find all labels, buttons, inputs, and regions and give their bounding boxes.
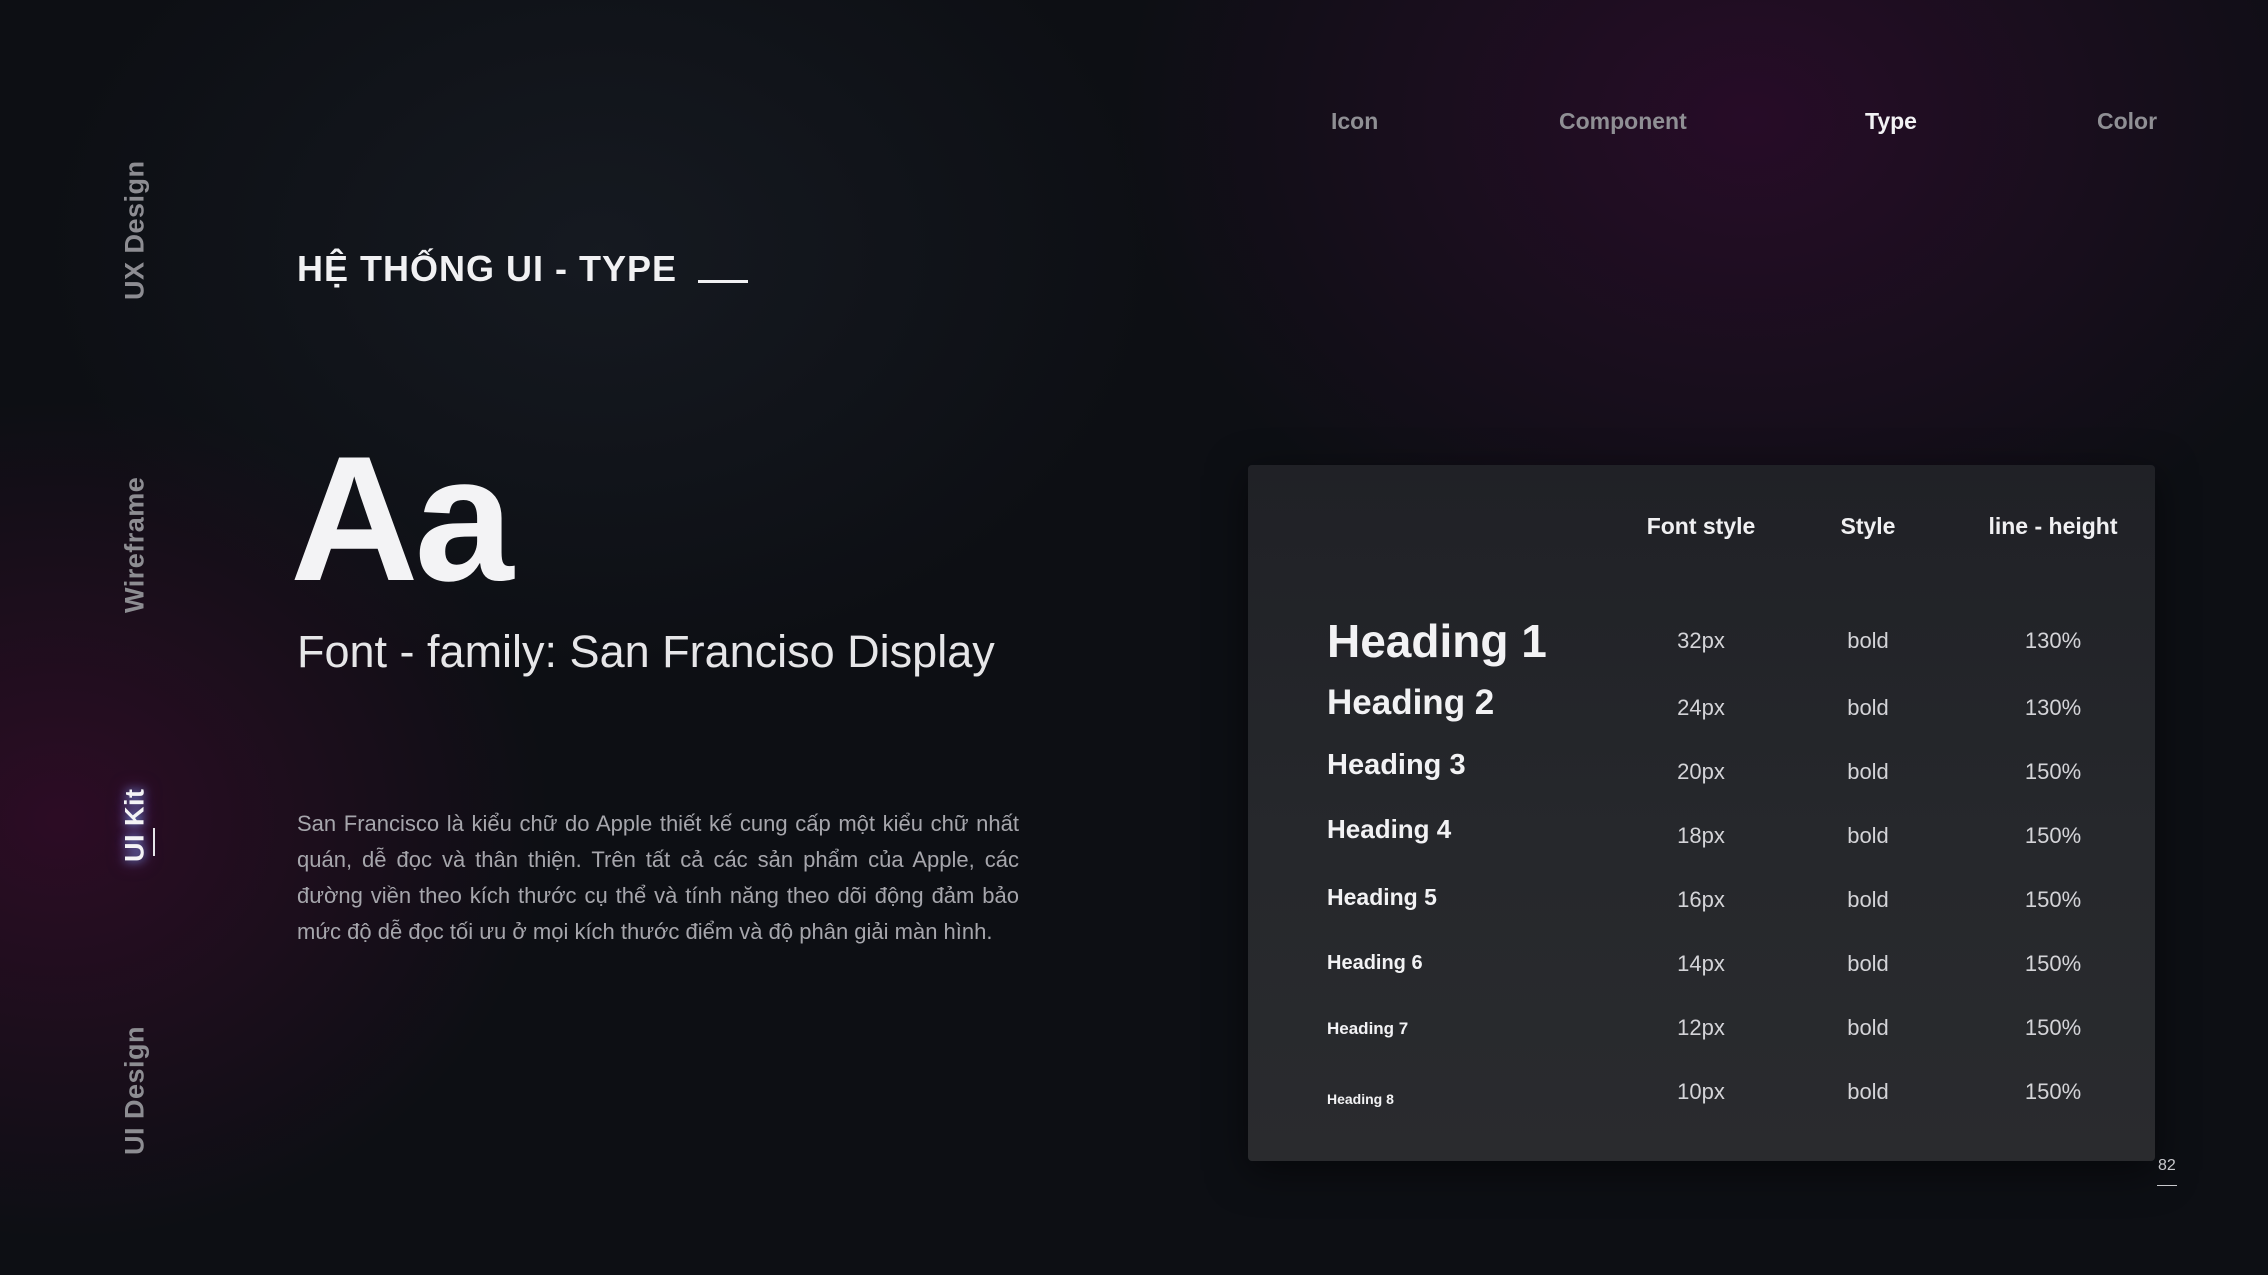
active-indicator [153, 828, 155, 856]
type-scale-table: Font style Style line - height Heading 1… [1248, 465, 2155, 1161]
style-cell: bold [1847, 628, 1889, 653]
table-row: Heading 8 10px bold 150% [1248, 1071, 2155, 1121]
table-row: Heading 1 32px bold 130% [1248, 615, 2155, 670]
table-row: Heading 7 12px bold 150% [1248, 1007, 2155, 1057]
line-height-cell: 130% [2024, 628, 2082, 653]
font-size-cell: 16px [1677, 887, 1725, 912]
heading-6-sample: Heading 6 [1327, 952, 1423, 974]
style-cell: bold [1847, 759, 1889, 784]
page-number-underline [2157, 1185, 2177, 1186]
table-row: Heading 6 14px bold 150% [1248, 943, 2155, 993]
heading-5-sample: Heading 5 [1327, 884, 1437, 910]
heading-2-sample: Heading 2 [1327, 683, 1495, 722]
style-cell: bold [1847, 1079, 1889, 1104]
type-specimen-glyphs: Aa [290, 419, 514, 618]
line-height-cell: 150% [2024, 887, 2082, 912]
title-underline [698, 280, 748, 283]
line-height-cell: 150% [2024, 1015, 2082, 1040]
line-height-cell: 150% [2024, 1079, 2082, 1104]
tab-color[interactable]: Color [2097, 108, 2157, 135]
heading-7-sample: Heading 7 [1327, 1019, 1409, 1038]
font-size-cell: 12px [1677, 1015, 1725, 1040]
style-cell: bold [1847, 887, 1889, 912]
tab-type[interactable]: Type [1865, 108, 1917, 135]
style-cell: bold [1847, 1015, 1889, 1040]
side-nav-item-ui-kit[interactable]: UI Kit [110, 770, 160, 880]
font-family-label: Font - family: San Franciso Display [297, 626, 995, 677]
side-nav: UX Design Wireframe UI Kit UI Design [110, 0, 160, 1275]
line-height-cell: 150% [2024, 951, 2082, 976]
font-size-cell: 10px [1677, 1079, 1725, 1104]
side-nav-item-ux-design[interactable]: UX Design [110, 150, 160, 310]
table-row: Heading 2 24px bold 130% [1248, 683, 2155, 737]
side-nav-item-ui-design[interactable]: UI Design [110, 1010, 160, 1170]
font-size-cell: 20px [1677, 759, 1725, 784]
style-cell: bold [1847, 695, 1889, 720]
font-description: San Francisco là kiểu chữ do Apple thiết… [297, 811, 1019, 944]
line-height-cell: 150% [2024, 823, 2082, 848]
heading-1-sample: Heading 1 [1327, 615, 1547, 667]
side-nav-item-wireframe[interactable]: Wireframe [110, 465, 160, 625]
table-row: Heading 3 20px bold 150% [1248, 749, 2155, 801]
table-row: Heading 4 18px bold 150% [1248, 814, 2155, 865]
line-height-cell: 150% [2024, 759, 2082, 784]
header-line-height: line - height [1988, 513, 2118, 539]
font-size-cell: 24px [1677, 695, 1725, 720]
line-height-cell: 130% [2024, 695, 2082, 720]
header-style: Style [1840, 513, 1896, 539]
page-title: HỆ THỐNG UI - TYPE [297, 248, 678, 289]
font-size-cell: 18px [1677, 823, 1725, 848]
heading-3-sample: Heading 3 [1327, 749, 1466, 781]
font-size-cell: 32px [1677, 628, 1725, 653]
page-number: 82 [2158, 1157, 2176, 1174]
tab-icon[interactable]: Icon [1331, 108, 1378, 135]
header-font-style: Font style [1646, 513, 1756, 539]
table-row: Heading 5 16px bold 150% [1248, 879, 2155, 929]
style-cell: bold [1847, 823, 1889, 848]
heading-8-sample: Heading 8 [1327, 1091, 1394, 1107]
style-cell: bold [1847, 951, 1889, 976]
font-size-cell: 14px [1677, 951, 1725, 976]
tab-component[interactable]: Component [1559, 108, 1687, 135]
heading-4-sample: Heading 4 [1327, 814, 1452, 844]
